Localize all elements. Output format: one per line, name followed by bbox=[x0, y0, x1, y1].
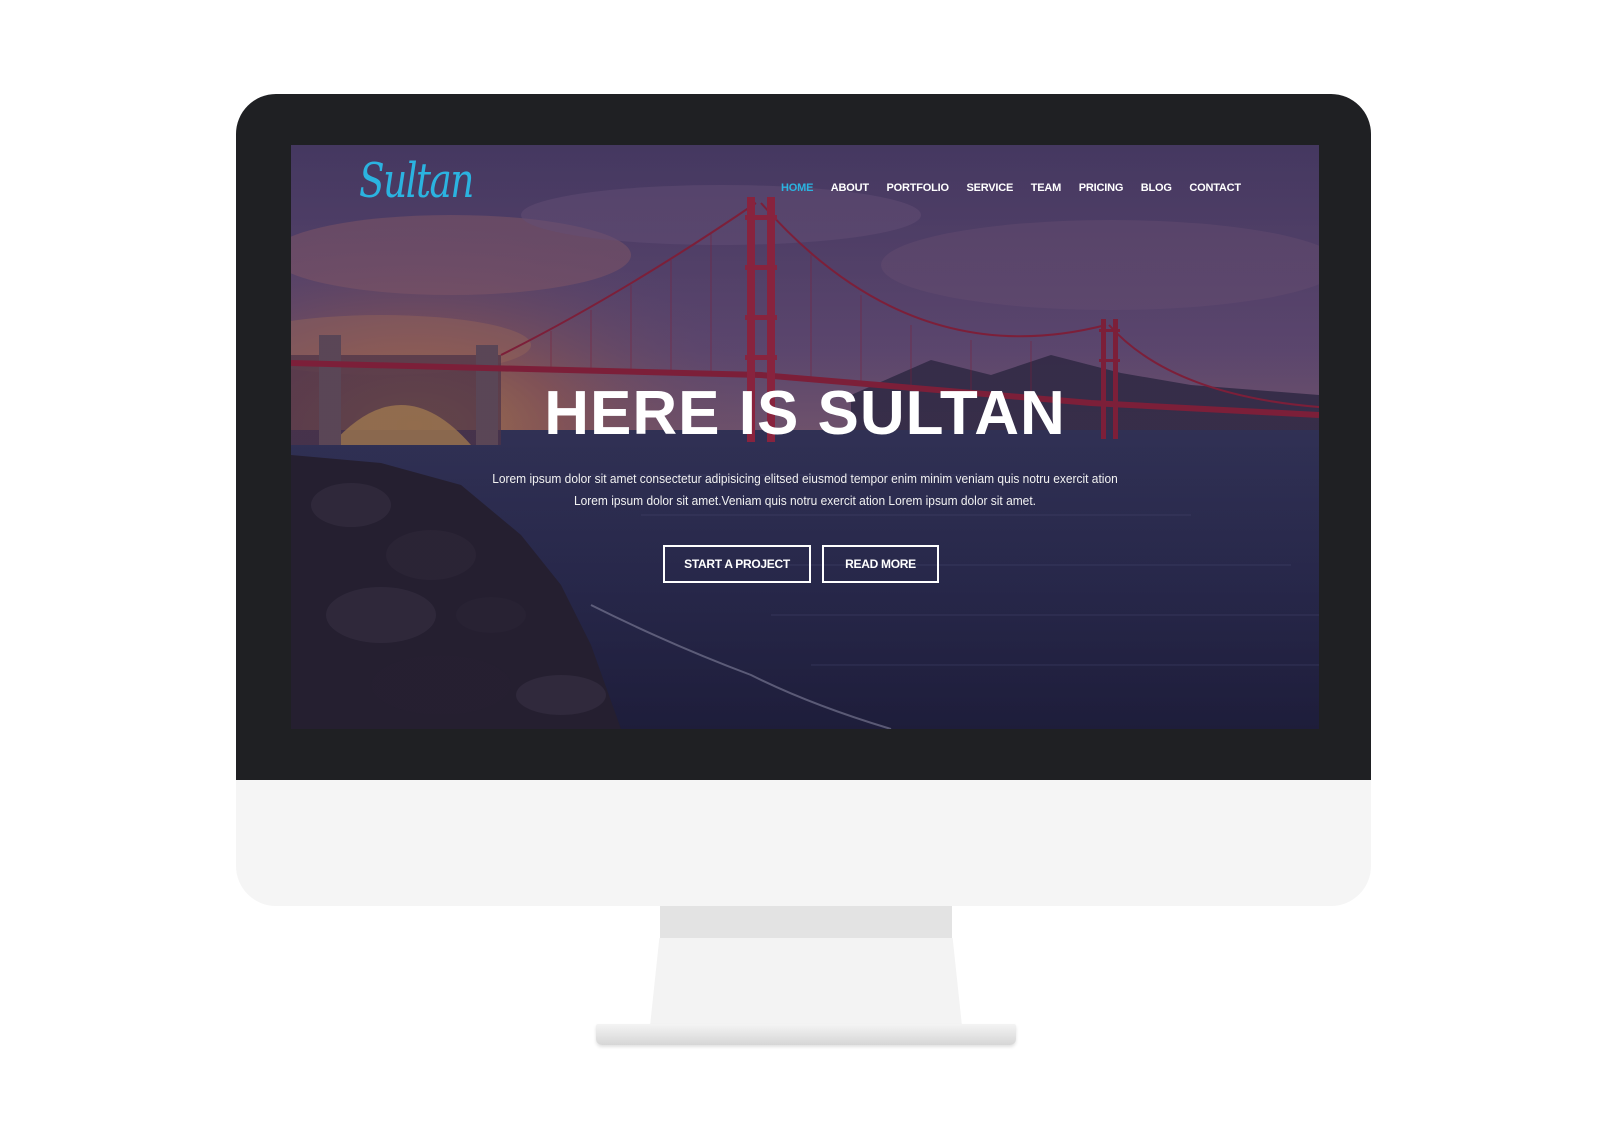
website-screen: Sultan HOME ABOUT PORTFOLIO SERVICE TEAM… bbox=[291, 145, 1319, 729]
site-logo[interactable]: Sultan bbox=[359, 157, 474, 205]
monitor-stand-joint bbox=[660, 906, 952, 938]
read-more-button[interactable]: READ MORE bbox=[822, 545, 939, 583]
nav-item-home[interactable]: HOME bbox=[781, 182, 813, 194]
hero-description-line: Lorem ipsum dolor sit amet.Veniam quis n… bbox=[573, 493, 1036, 508]
nav-item-about[interactable]: ABOUT bbox=[831, 182, 869, 194]
monitor-stand-neck bbox=[650, 938, 962, 1026]
main-navigation: HOME ABOUT PORTFOLIO SERVICE TEAM PRICIN… bbox=[781, 182, 1241, 194]
nav-item-portfolio[interactable]: PORTFOLIO bbox=[887, 182, 950, 194]
nav-item-contact[interactable]: CONTACT bbox=[1189, 182, 1241, 194]
device-mockup-stage: Sultan HOME ABOUT PORTFOLIO SERVICE TEAM… bbox=[0, 0, 1600, 1134]
nav-item-blog[interactable]: BLOG bbox=[1141, 182, 1172, 194]
nav-item-service[interactable]: SERVICE bbox=[966, 182, 1013, 194]
monitor-stand-base bbox=[596, 1024, 1016, 1045]
hero-description: Lorem ipsum dolor sit amet consectetur a… bbox=[443, 468, 1168, 512]
hero-title: HERE IS SULTAN bbox=[544, 379, 1066, 448]
monitor-chin bbox=[236, 780, 1371, 906]
start-project-button[interactable]: START A PROJECT bbox=[663, 545, 811, 583]
hero-description-line: Lorem ipsum dolor sit amet consectetur a… bbox=[492, 471, 1118, 486]
nav-item-team[interactable]: TEAM bbox=[1031, 182, 1062, 194]
nav-item-pricing[interactable]: PRICING bbox=[1079, 182, 1124, 194]
